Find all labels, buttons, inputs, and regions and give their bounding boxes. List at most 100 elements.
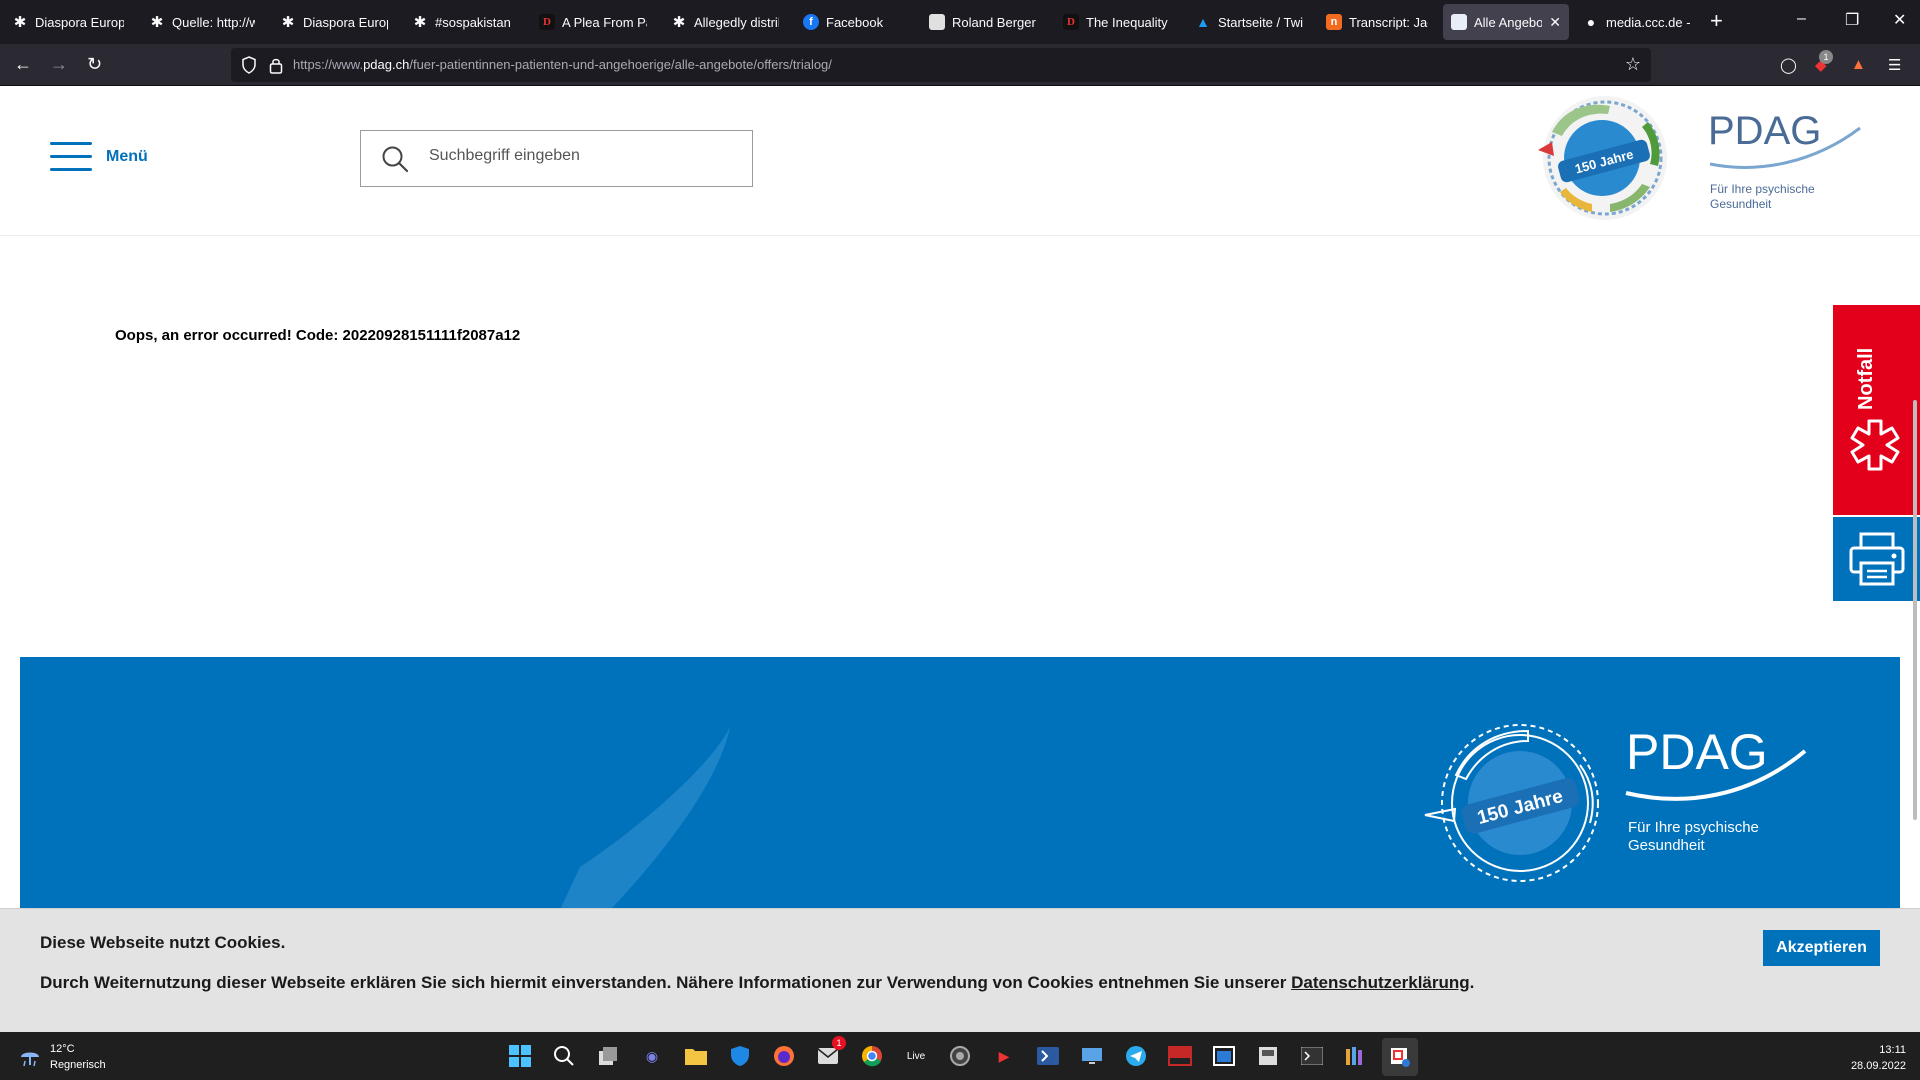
browser-tab-bar: ✱ Diaspora Europe ✱ Quelle: http://w ✱ Diaspo… [0, 0, 1920, 44]
lock-icon[interactable] [269, 56, 283, 74]
d-letter-icon: D [539, 14, 555, 30]
terminal-icon[interactable] [1298, 1042, 1326, 1070]
header-logo-tagline-2: Gesundheit [1710, 197, 1772, 211]
remote-desktop-icon[interactable] [1078, 1042, 1106, 1070]
rain-cloud-icon [21, 1052, 39, 1067]
url-prefix: https://www. [293, 57, 364, 72]
search-input[interactable] [429, 147, 729, 165]
system-clock[interactable]: 13:11 28.09.2022 [1851, 1042, 1906, 1074]
url-path: /fuer-patientinnen-patienten-und-angehoe… [409, 57, 832, 72]
live-app-icon[interactable]: Live [902, 1042, 930, 1070]
diaspora-asterisk-icon: ✱ [672, 14, 686, 31]
footer-logo-name: PDAG [1626, 724, 1768, 780]
camera-app-icon[interactable] [946, 1042, 974, 1070]
windows-start-icon[interactable] [506, 1042, 534, 1070]
tab-label: media.ccc.de - T [1606, 14, 1691, 30]
header-logo-name: PDAG [1708, 109, 1821, 153]
browser-tab[interactable]: D A Plea From Pak [531, 4, 655, 40]
d-letter-icon: D [1063, 14, 1079, 30]
browser-tab[interactable]: ▲ Startseite / Twitt [1187, 4, 1311, 40]
close-window-icon[interactable]: ✕ [1893, 10, 1906, 30]
url-domain: pdag.ch [363, 57, 410, 72]
page-icon [929, 14, 945, 30]
print-button[interactable] [1833, 517, 1920, 601]
defender-icon[interactable] [726, 1042, 754, 1070]
footer-pdag-logo[interactable]: 150 Jahre PDAG Für Ihre psychische Gesun… [1420, 715, 1840, 885]
taskbar-search-icon[interactable] [550, 1042, 578, 1070]
minimize-icon[interactable]: – [1797, 10, 1806, 28]
restore-icon[interactable]: ❐ [1845, 10, 1859, 30]
url-text[interactable]: https://www.pdag.ch/fuer-patientinnen-pa… [293, 57, 832, 72]
privacy-policy-link[interactable]: Datenschutzerklärung [1291, 973, 1470, 992]
telegram-icon[interactable] [1122, 1042, 1150, 1070]
browser-tab[interactable]: Alle Angebote ✕ [1443, 4, 1569, 40]
browser-tab[interactable]: Roland Berger St [921, 4, 1047, 40]
library-icon[interactable] [1342, 1042, 1370, 1070]
cookie-body: Durch Weiternutzung dieser Webseite erkl… [40, 973, 1292, 992]
browser-tab[interactable]: n Transcript: Jacob [1318, 4, 1436, 40]
chrome-icon[interactable] [858, 1042, 886, 1070]
file-explorer-icon[interactable] [682, 1042, 710, 1070]
shield-icon[interactable] [241, 56, 257, 74]
header-logo-tagline-1: Für Ihre psychische [1710, 182, 1815, 196]
address-bar[interactable]: https://www.pdag.ch/fuer-patientinnen-pa… [231, 48, 1651, 82]
browser-tab[interactable]: ● media.ccc.de - T [1575, 4, 1699, 40]
forward-icon[interactable]: → [50, 54, 68, 74]
windows-taskbar: 12°C Regnerisch ◉ 1 Live ▶ 13:11 28.09.2… [0, 1032, 1920, 1080]
extension-icon[interactable]: ▲ [1851, 56, 1866, 73]
accept-cookies-button[interactable]: Akzeptieren [1763, 930, 1880, 966]
voicemeeter-icon[interactable] [1166, 1042, 1194, 1070]
browser-tab[interactable]: ✱ #sospakistan [404, 4, 522, 40]
hamburger-menu-icon[interactable]: ☰ [1888, 56, 1901, 74]
tab-close-icon[interactable]: ✕ [1549, 14, 1561, 31]
cookie-banner: Diese Webseite nutzt Cookies. Durch Weit… [0, 908, 1920, 1032]
bookmark-star-icon[interactable]: ☆ [1625, 54, 1641, 75]
task-view-icon[interactable] [594, 1042, 622, 1070]
reload-icon[interactable]: ↻ [87, 54, 102, 74]
powershell-icon[interactable] [1034, 1042, 1062, 1070]
document-app-icon[interactable] [1254, 1042, 1282, 1070]
firefox-icon[interactable] [770, 1042, 798, 1070]
cookie-text: Durch Weiternutzung dieser Webseite erkl… [40, 973, 1474, 993]
tab-label: The Inequality P [1086, 14, 1171, 30]
search-box[interactable] [360, 130, 753, 187]
diaspora-asterisk-icon: ✱ [413, 14, 427, 31]
footer-swoosh-decoration [560, 727, 730, 910]
search-icon[interactable] [381, 145, 409, 173]
browser-tab[interactable]: D The Inequality P [1055, 4, 1179, 40]
browser-tab[interactable]: f Facebook [795, 4, 913, 40]
browser-tab[interactable]: ✱ Allegedly distrib [663, 4, 787, 40]
medical-cross-icon[interactable] [1847, 417, 1903, 473]
pdag-logo[interactable]: 150 Jahre PDAG Für Ihre psychische Gesun… [1530, 92, 1890, 226]
snipping-tool-icon[interactable] [1382, 1038, 1418, 1076]
weather-temperature: 12°C [50, 1043, 75, 1055]
back-icon[interactable]: ← [14, 54, 32, 74]
printer-icon[interactable] [1848, 531, 1906, 587]
hamburger-icon[interactable] [50, 142, 92, 172]
browser-tab[interactable]: ✱ Diaspora Europe [272, 4, 396, 40]
error-message: Oops, an error occurred! Code: 202209281… [115, 327, 521, 344]
menu-label[interactable]: Menü [106, 148, 148, 166]
tab-label: Roland Berger St [952, 14, 1039, 30]
window-app-icon[interactable] [1210, 1042, 1238, 1070]
browser-tab[interactable]: ✱ Diaspora Europe [4, 4, 132, 40]
menu-button[interactable]: Menü [50, 142, 148, 172]
emergency-button[interactable]: Notfall [1833, 305, 1920, 515]
tab-label: Allegedly distrib [694, 14, 779, 30]
scrollbar[interactable] [1913, 400, 1917, 820]
clock-time: 13:11 [1879, 1044, 1906, 1056]
pdag-favicon [1451, 14, 1467, 30]
tab-label: Transcript: Jacob [1349, 14, 1428, 30]
transcript-icon: n [1326, 14, 1342, 30]
weather-widget[interactable]: 12°C Regnerisch [18, 1041, 106, 1073]
clock-date: 28.09.2022 [1850, 1060, 1906, 1072]
emergency-label[interactable]: Notfall [1855, 348, 1878, 410]
browser-nav-bar: ← → ↻ https://www.pdag.ch/fuer-patientin… [0, 44, 1920, 86]
tab-label: #sospakistan [435, 14, 511, 30]
browser-tab[interactable]: ✱ Quelle: http://w [141, 4, 263, 40]
new-tab-button[interactable]: + [1710, 10, 1723, 32]
pocket-icon[interactable]: ◯ [1780, 56, 1797, 74]
teams-chat-icon[interactable]: ◉ [638, 1042, 666, 1070]
facebook-icon: f [803, 14, 819, 30]
media-app-icon[interactable]: ▶ [990, 1042, 1018, 1070]
